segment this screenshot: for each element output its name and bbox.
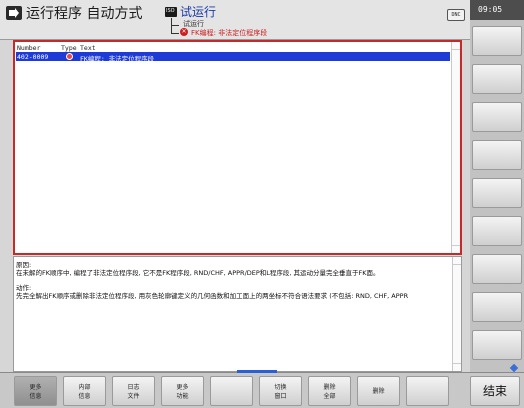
softkey-row-indicator [237,370,277,373]
softkey-label: 功能 [176,393,189,400]
softkey-label: 信息 [29,393,42,400]
softkey-label: 信息 [78,393,91,400]
softkey-label: 内部 [78,384,91,391]
softkey-empty-2[interactable] [406,376,449,406]
softkey-bar: 更多 信息 内部 信息 日志 文件 更多 功能 切换 窗口 删除 全部 删除 结… [0,370,524,408]
vertical-softkey-3[interactable] [472,102,522,132]
softkey-label: 日志 [127,384,140,391]
row-number: 402-0009 [17,53,49,61]
sub-mode-title: 试运行 [180,5,217,19]
info-panel: 原因: 在未解的FK顺序中, 编程了非法定位程序段, 它不是FK程序段, RND… [13,256,462,372]
softkey-more-functions[interactable]: 更多 功能 [161,376,204,406]
scroll-down-arrow[interactable] [453,363,461,371]
vertical-softkey-8[interactable] [472,292,522,322]
scroll-up-arrow[interactable] [453,257,461,265]
column-text: Text [80,44,96,52]
error-list-panel: Number Type Text 402-0009 FK编程: 非法定位程序段 [13,40,462,255]
softkey-delete-all[interactable]: 删除 全部 [308,376,351,406]
clock: 09:05 [470,0,524,20]
softkey-internal-info[interactable]: 内部 信息 [63,376,106,406]
scroll-up-arrow[interactable] [452,42,460,50]
vertical-softkey-5[interactable] [472,178,522,208]
scroll-down-arrow[interactable] [452,245,460,253]
mode-title: 运行程序 自动方式 [26,6,143,22]
end-button[interactable]: 结束 [470,376,520,406]
softkey-label: 全部 [323,393,336,400]
cause-text: 在未解的FK顺序中, 编程了非法定位程序段, 它不是FK程序段, RND/CHF… [16,269,380,277]
row-text: FK编程: 非法定位程序段 [80,55,155,63]
tree-connector [171,18,179,26]
vertical-softkey-bar [470,20,524,372]
column-type: Type [61,44,77,52]
program-run-icon [6,6,22,20]
vertical-softkey-2[interactable] [472,64,522,94]
softkey-label: 更多 [176,384,189,391]
softkey-delete[interactable]: 删除 [357,376,400,406]
vertical-softkey-9[interactable] [472,330,522,360]
softkey-empty-1[interactable] [210,376,253,406]
scrollbar[interactable] [451,42,460,253]
vertical-softkey-4[interactable] [472,140,522,170]
softkey-label: 更多 [29,384,42,391]
column-number: Number [17,44,41,52]
vertical-softkey-6[interactable] [472,216,522,246]
vertical-softkey-1[interactable] [472,26,522,56]
vertical-softkey-7[interactable] [472,254,522,284]
softkey-more-info[interactable]: 更多 信息 [14,376,57,406]
error-icon: ✕ [180,28,188,36]
error-icon [66,53,73,60]
softkey-log-file[interactable]: 日志 文件 [112,376,155,406]
table-header: Number Type Text [16,43,450,52]
dnc-icon: DNC [447,9,465,21]
softkey-label: 窗口 [274,393,287,400]
tree-item-error: FK编程: 非法定位程序段 [191,29,268,37]
action-text: 先完全解出FK顺序或删除非法定位程序段, 用灰色轮廓键定义的几何函数和加工面上的… [16,292,409,300]
softkey-label: 删除 [372,388,385,395]
header: 运行程序 自动方式 试运行 试运行 ✕ FK编程: 非法定位程序段 DNC [0,0,470,40]
iso-program-icon [165,7,177,17]
softkey-label: 删除 [323,384,336,391]
softkey-switch-window[interactable]: 切换 窗口 [259,376,302,406]
scrollbar[interactable] [452,257,461,371]
table-row[interactable]: 402-0009 FK编程: 非法定位程序段 [16,52,450,63]
softkey-label: 切换 [274,384,287,391]
softkey-label: 文件 [127,393,140,400]
